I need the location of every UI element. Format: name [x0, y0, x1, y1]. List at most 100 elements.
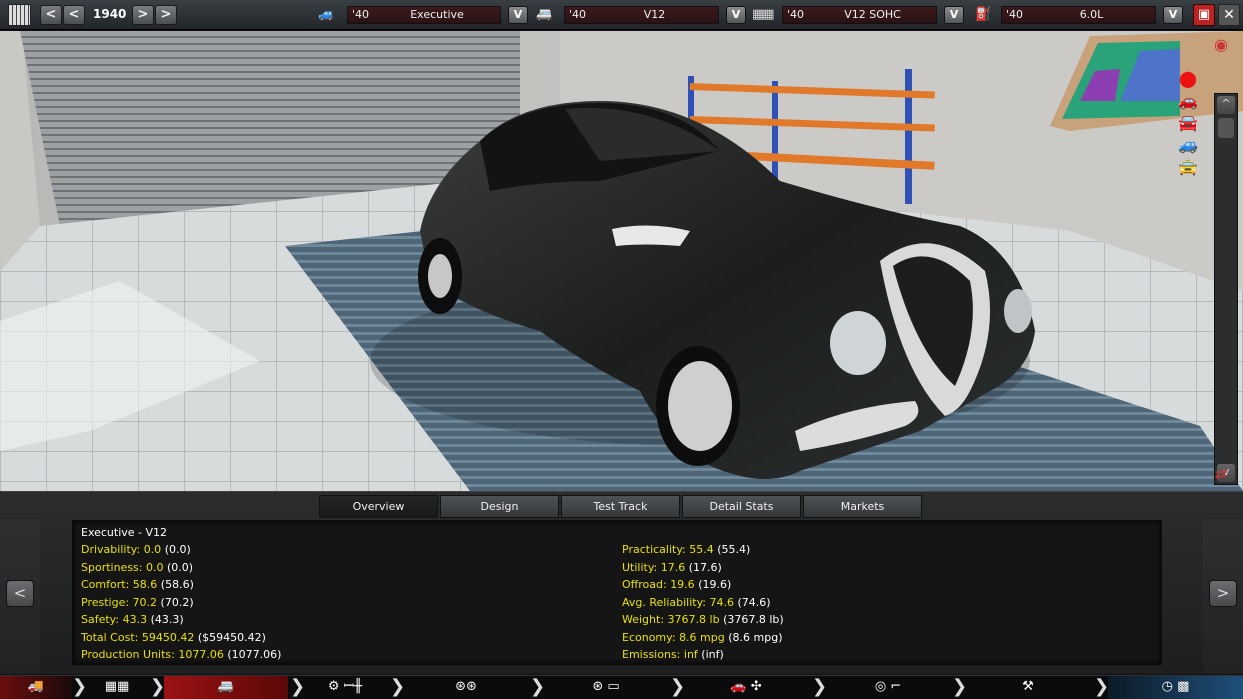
- chassis-field: '40 Executive: [347, 6, 501, 24]
- car-body-icon: 🚙: [318, 7, 335, 22]
- nav-body-aero[interactable]: 🚗 ✣: [684, 676, 808, 699]
- scroll-up-button[interactable]: ^: [1217, 96, 1235, 114]
- wheels-icon: ⊛⊛: [455, 679, 477, 694]
- nav-car-model[interactable]: 🚐: [164, 676, 288, 699]
- nav-transmission[interactable]: ⚙ ꟷ╫: [304, 676, 386, 699]
- gear-icon: ⚙ ꟷ╫: [327, 679, 363, 694]
- tab-test-track[interactable]: Test Track: [561, 495, 680, 518]
- model-value: V12: [643, 8, 666, 21]
- engine-variant-icon: ⛽: [975, 7, 992, 22]
- view-top-icon[interactable]: 🚖: [1170, 157, 1206, 179]
- engine-variant-year: '40: [1006, 8, 1024, 21]
- nav-chassis[interactable]: 🚚: [0, 676, 72, 699]
- chevron-right-icon: ❯: [72, 676, 88, 697]
- eye-visibility-icon[interactable]: ◉: [1214, 35, 1228, 54]
- steering-wheel-icon: ◎ ⌐: [874, 679, 902, 694]
- stats-title: Executive - V12: [81, 526, 168, 539]
- engine-dropdown-button[interactable]: V: [944, 6, 964, 24]
- panel-tabs: Overview Design Test Track Detail Stats …: [319, 495, 923, 518]
- stat-drivability: Drivability: 0.0 (0.0): [81, 543, 191, 556]
- engine-variant-dropdown-button[interactable]: V: [1163, 6, 1183, 24]
- camera-record-icon[interactable]: ⬤: [1170, 69, 1206, 91]
- engine-variant-field: '40 6.0L: [1001, 6, 1156, 24]
- engine-value: V12 SOHC: [844, 8, 901, 21]
- year-prev-fast-button[interactable]: <: [63, 5, 85, 25]
- chevron-right-icon: ❯: [390, 676, 406, 697]
- panel-prev-button[interactable]: <: [6, 580, 34, 607]
- chassis-dropdown-button[interactable]: V: [508, 6, 528, 24]
- car-3d-viewport[interactable]: ⬤ 🚗 🚘 🚙 🚖 ◉ ^ v ⇄: [0, 31, 1243, 491]
- tab-design[interactable]: Design: [440, 495, 559, 518]
- info-panel: Overview Design Test Track Detail Stats …: [0, 491, 1243, 674]
- nav-finish[interactable]: ◷ ▩: [1108, 676, 1243, 699]
- stat-offroad: Offroad: 19.6 (19.6): [622, 578, 732, 591]
- left-rail: <: [0, 519, 40, 674]
- garage-scene: [0, 31, 1243, 491]
- scroll-thumb[interactable]: [1218, 118, 1234, 138]
- year-next-button[interactable]: >: [132, 5, 154, 25]
- stat-avg-reliability: Avg. Reliability: 74.6 (74.6): [622, 595, 771, 609]
- chassis-value: Executive: [410, 8, 464, 21]
- chevron-right-icon: ❯: [1094, 676, 1110, 697]
- year-prev-button[interactable]: <: [40, 5, 62, 25]
- tab-markets[interactable]: Markets: [803, 495, 922, 518]
- stat-comfort: Comfort: 58.6 (58.6): [81, 578, 194, 591]
- view-side-icon[interactable]: 🚘: [1170, 113, 1206, 135]
- close-icon[interactable]: ✕: [1218, 4, 1240, 26]
- model-year: '40: [569, 8, 587, 21]
- chevron-right-icon: ❯: [952, 676, 968, 697]
- tab-detail-stats[interactable]: Detail Stats: [682, 495, 801, 518]
- stat-prestige: Prestige: 70.2 (70.2): [81, 595, 194, 609]
- suspension-icon: ⊛ ▭: [592, 679, 620, 694]
- engine-field: '40 V12 SOHC: [782, 6, 937, 24]
- stat-utility: Utility: 17.6 (17.6): [622, 560, 722, 574]
- nav-engine-block[interactable]: ▦▦: [86, 676, 148, 699]
- stat-production-units: Production Units: 1077.06 (1077.06): [81, 648, 282, 661]
- resize-arrows-icon[interactable]: ⇄: [1215, 465, 1228, 483]
- nav-wheels[interactable]: ⊛⊛: [404, 676, 528, 699]
- engine-year: '40: [787, 8, 805, 21]
- overview-stats: Executive - V12 Drivability: 0.0 (0.0) S…: [72, 520, 1162, 665]
- nav-suspension[interactable]: ⊛ ▭: [544, 676, 668, 699]
- car-designer-screen: < < 1940 > > 🚙 '40 Executive V 🚐 '40 V12…: [0, 0, 1243, 699]
- stats-left-column: Drivability: 0.0 (0.0) Sportiness: 0.0 (…: [81, 543, 281, 666]
- panel-next-button[interactable]: >: [1209, 580, 1237, 607]
- engine-icon: ▦▦: [752, 7, 775, 22]
- stat-economy: Economy: 8.6 mpg (8.6 mpg): [622, 630, 783, 644]
- stat-emissions: Emissions: inf (inf): [622, 648, 724, 661]
- save-icon[interactable]: ▣: [1193, 4, 1215, 26]
- view-rear-icon[interactable]: 🚙: [1170, 135, 1206, 157]
- chevron-right-icon: ❯: [150, 676, 166, 697]
- year-display: 1940: [93, 7, 127, 21]
- tab-overview[interactable]: Overview: [319, 495, 438, 518]
- engine-block-icon: ▦▦: [104, 679, 130, 694]
- model-dropdown-button[interactable]: V: [726, 6, 746, 24]
- calendar-icon[interactable]: [8, 4, 31, 26]
- chevron-right-icon: ❯: [530, 676, 546, 697]
- nav-testing[interactable]: ⚒: [966, 676, 1090, 699]
- car-model-icon: 🚐: [536, 7, 553, 22]
- chassis-year: '40: [352, 8, 370, 21]
- stat-practicality: Practicality: 55.4 (55.4): [622, 543, 751, 556]
- stat-safety: Safety: 43.3 (43.3): [81, 613, 184, 626]
- view-controls: ⬤ 🚗 🚘 🚙 🚖: [1170, 69, 1210, 179]
- car-fan-icon: 🚗 ✣: [730, 679, 762, 694]
- car-model-nav-icon: 🚐: [217, 679, 235, 694]
- chevron-right-icon: ❯: [290, 676, 306, 697]
- chevron-right-icon: ❯: [670, 676, 686, 697]
- checkered-flag-icon: ◷ ▩: [1161, 679, 1190, 694]
- view-front-icon[interactable]: 🚗: [1170, 91, 1206, 113]
- engine-variant-value: 6.0L: [1079, 8, 1104, 21]
- year-next-fast-button[interactable]: >: [155, 5, 177, 25]
- right-rail: >: [1203, 519, 1243, 674]
- design-stage-nav: 🚚 ❯ ▦▦ ❯ 🚐 ❯ ⚙ ꟷ╫ ❯ ⊛⊛ ❯ ⊛ ▭ ❯ 🚗 ✣ ❯ ◎ ⌐…: [0, 675, 1243, 699]
- stat-sportiness: Sportiness: 0.0 (0.0): [81, 560, 194, 574]
- chevron-right-icon: ❯: [812, 676, 828, 697]
- stat-weight: Weight: 3767.8 lb (3767.8 lb): [622, 613, 784, 626]
- nav-interior[interactable]: ◎ ⌐: [826, 676, 950, 699]
- stat-total-cost: Total Cost: 59450.42 ($59450.42): [81, 630, 266, 644]
- chassis-icon: 🚚: [27, 679, 45, 694]
- view-scrollbar[interactable]: ^ v: [1214, 93, 1238, 485]
- top-toolbar: < < 1940 > > 🚙 '40 Executive V 🚐 '40 V12…: [0, 0, 1243, 30]
- model-field: '40 V12: [564, 6, 719, 24]
